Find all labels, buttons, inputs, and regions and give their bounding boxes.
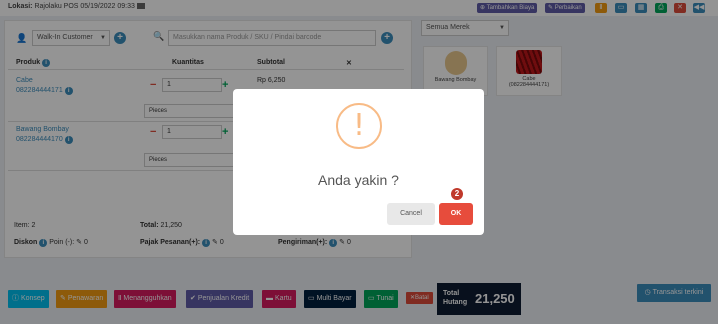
cancel-button[interactable]: Cancel <box>387 203 435 225</box>
step-badge: 2 <box>449 186 465 202</box>
warning-icon: ! <box>336 103 382 149</box>
ok-button[interactable]: OK <box>439 203 473 225</box>
confirm-dialog: ! Anda yakin ? Cancel OK 2 <box>233 89 484 235</box>
dialog-title: Anda yakin ? <box>318 172 399 188</box>
step-badge-number: 2 <box>451 188 463 200</box>
